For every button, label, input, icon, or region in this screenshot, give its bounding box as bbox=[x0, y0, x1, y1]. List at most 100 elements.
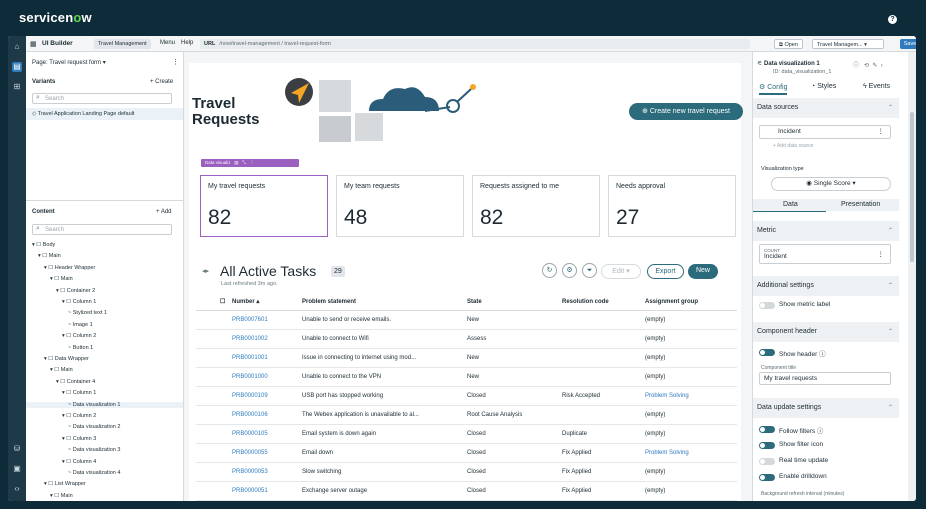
variant-search-input[interactable]: Search bbox=[32, 93, 172, 104]
tree-item[interactable]: ~ Data visualization 1 bbox=[26, 401, 183, 408]
tree-item[interactable]: ▾ ☐ Column 3 bbox=[62, 436, 96, 442]
tree-item[interactable]: ▾ ☐ Body bbox=[32, 242, 55, 248]
table-row[interactable]: PRB0001001 Issue in connecting to interne… bbox=[196, 348, 737, 368]
layout-icon[interactable]: ▣ bbox=[12, 464, 22, 474]
tree-item[interactable]: ▾ ☐ Main bbox=[38, 253, 61, 259]
tab-travel-management[interactable]: Travel Management bbox=[94, 39, 151, 49]
tree-item[interactable]: ▾ ☐ Column 1 bbox=[62, 299, 96, 305]
tree-item[interactable]: ▾ ☐ Main bbox=[50, 493, 73, 499]
col-number[interactable]: Number ▴ bbox=[232, 294, 302, 311]
refresh-icon[interactable]: ↻ bbox=[542, 263, 557, 278]
more-icon[interactable]: ⋮ bbox=[172, 58, 179, 66]
table-row[interactable]: PRB0000055 Email down Closed Fix Applied Pro… bbox=[196, 443, 737, 463]
tree-item[interactable]: ▾ ☐ Data Wrapper bbox=[44, 356, 89, 362]
settings-icon[interactable]: ⚙ bbox=[562, 263, 577, 278]
row-number[interactable]: PRB0000050 bbox=[232, 500, 302, 501]
card-needs-approval[interactable]: Needs approval 27 bbox=[608, 175, 736, 237]
col-problem[interactable]: Problem statement bbox=[302, 294, 467, 311]
open-button[interactable]: ⧉ Open bbox=[774, 39, 803, 49]
row-number[interactable]: PRB0000106 bbox=[232, 405, 302, 425]
table-row[interactable]: PRB0001002 Unable to connect to Wifi Asses… bbox=[196, 329, 737, 349]
content-search-input[interactable]: Search bbox=[32, 224, 172, 235]
code-icon[interactable]: ‹› bbox=[12, 484, 22, 494]
table-row[interactable]: PRB0000051 Exchange server outage Closed Fi… bbox=[196, 481, 737, 501]
subtab-presentation[interactable]: Presentation bbox=[841, 201, 880, 208]
tree-item[interactable]: ~ Image 1 bbox=[68, 322, 93, 328]
show-filter-icon-toggle[interactable] bbox=[759, 442, 775, 449]
tree-item[interactable]: ~ Button 1 bbox=[68, 345, 93, 351]
enable-drilldown-toggle[interactable] bbox=[759, 474, 775, 481]
add-data-source-button[interactable]: + Add data source bbox=[773, 143, 813, 149]
component-header-section[interactable]: Component header bbox=[753, 322, 899, 342]
show-metric-label-toggle[interactable] bbox=[759, 302, 775, 309]
new-button[interactable]: New bbox=[688, 264, 718, 279]
table-row[interactable]: PRB0000105 Email system is down again Clos… bbox=[196, 424, 737, 444]
row-number[interactable]: PRB0001001 bbox=[232, 348, 302, 368]
url-field[interactable]: URL/now/travel-management / travel-reque… bbox=[200, 39, 750, 49]
follow-filters-toggle[interactable] bbox=[759, 426, 775, 433]
table-row[interactable]: PRB0000106 The Webex application is unava… bbox=[196, 405, 737, 425]
database-icon[interactable]: ⛁ bbox=[12, 444, 22, 454]
card-requests-assigned[interactable]: Requests assigned to me 82 bbox=[472, 175, 600, 237]
col-state[interactable]: State bbox=[467, 294, 562, 311]
additional-settings-section[interactable]: Additional settings bbox=[753, 276, 899, 296]
variant-item[interactable]: ◇ Travel Application Landing Page defaul… bbox=[26, 108, 183, 120]
component-title-input[interactable]: My travel requests bbox=[759, 372, 891, 385]
row-number[interactable]: PRB0000105 bbox=[232, 424, 302, 444]
tree-item[interactable]: ▾ ☐ Column 4 bbox=[62, 459, 96, 465]
subtab-data[interactable]: Data bbox=[783, 201, 798, 208]
col-assignment[interactable]: Assignment group bbox=[645, 294, 737, 311]
table-row[interactable]: PRB0000050Switch occasionally drops conn… bbox=[196, 500, 737, 501]
collapse-icon[interactable]: ◂▸ bbox=[202, 267, 209, 275]
create-travel-request-button[interactable]: ⊕ Create new travel request bbox=[629, 103, 743, 120]
table-row[interactable]: PRB0000109 USB port has stopped working Cl… bbox=[196, 386, 737, 406]
tree-item[interactable]: ~ Data visualization 3 bbox=[68, 447, 120, 453]
export-button[interactable]: Export bbox=[647, 264, 684, 279]
viz-type-select[interactable]: ◉ Single Score ▾ bbox=[771, 177, 891, 191]
tab-styles[interactable]: ◔ Styles bbox=[811, 83, 836, 90]
add-content-button[interactable]: + Add bbox=[156, 209, 172, 215]
tree-item[interactable]: ▾ ☐ Main bbox=[50, 367, 73, 373]
page-selector[interactable]: Page: Travel request form ▾ bbox=[32, 59, 106, 66]
tree-item[interactable]: ~ Stylized text 1 bbox=[68, 310, 107, 316]
table-row[interactable]: PRB0000053 Slow switching Closed Fix Applie… bbox=[196, 462, 737, 482]
tab-config[interactable]: ⚙ Config bbox=[759, 83, 788, 95]
row-number[interactable]: PRB0007601 bbox=[232, 310, 302, 330]
show-header-toggle[interactable] bbox=[759, 349, 775, 356]
row-number[interactable]: PRB0001002 bbox=[232, 329, 302, 349]
select-all-checkbox[interactable]: ☐ bbox=[196, 294, 232, 311]
tree-item[interactable]: ▾ ☐ Container 4 bbox=[56, 379, 95, 385]
component-actions-icons[interactable]: ⓘ ⟲ ✎ › bbox=[853, 60, 883, 69]
tree-item[interactable]: ▾ ☐ List Wrapper bbox=[44, 481, 86, 487]
data-sources-section[interactable]: Data sources bbox=[753, 98, 899, 118]
tree-item[interactable]: ▾ ☐ Column 2 bbox=[62, 413, 96, 419]
table-row[interactable]: PRB0007601 Unable to send or receive emai… bbox=[196, 310, 737, 330]
row-number[interactable]: PRB0001000 bbox=[232, 367, 302, 387]
row-number[interactable]: PRB0000051 bbox=[232, 481, 302, 501]
home-icon[interactable]: ⌂ bbox=[12, 42, 22, 52]
menu-button[interactable]: Menu bbox=[160, 40, 175, 46]
tab-events[interactable]: ϟ Events bbox=[863, 83, 890, 90]
experience-selector[interactable]: Travel Managem... ▾ bbox=[812, 39, 884, 49]
filter-icon[interactable]: ⏷ bbox=[582, 263, 597, 278]
row-number[interactable]: PRB0000109 bbox=[232, 386, 302, 406]
data-update-section[interactable]: Data update settings bbox=[753, 398, 899, 418]
tree-item[interactable]: ▾ ☐ Column 1 bbox=[62, 390, 96, 396]
data-icon[interactable]: ⊞ bbox=[12, 82, 22, 92]
row-number[interactable]: PRB0000053 bbox=[232, 462, 302, 482]
edit-button[interactable]: Edit ▾ bbox=[601, 264, 641, 279]
tree-item[interactable]: ▾ ☐ Container 2 bbox=[56, 288, 95, 294]
pages-icon[interactable]: ▤ bbox=[12, 62, 22, 72]
metric-item[interactable]: COUNT Incident ⋮ bbox=[759, 244, 891, 264]
table-row[interactable]: PRB0001000 Unable to connect to the VPN Ne… bbox=[196, 367, 737, 387]
tree-item[interactable]: ~ Data visualization 2 bbox=[68, 424, 120, 430]
create-variant-button[interactable]: + Create bbox=[150, 79, 173, 85]
card-my-team-requests[interactable]: My team requests 48 bbox=[336, 175, 464, 237]
servicenow-logo[interactable]: servicenow bbox=[19, 10, 92, 25]
save-button[interactable]: Save bbox=[900, 39, 916, 49]
properties-scrollbar[interactable] bbox=[908, 52, 916, 501]
tree-item[interactable]: ▾ ☐ Main bbox=[50, 276, 73, 282]
data-source-item[interactable]: Incident ⋮ bbox=[759, 125, 891, 139]
tree-item[interactable]: ▾ ☐ Header Wrapper bbox=[44, 265, 95, 271]
col-resolution[interactable]: Resolution code bbox=[562, 294, 645, 311]
